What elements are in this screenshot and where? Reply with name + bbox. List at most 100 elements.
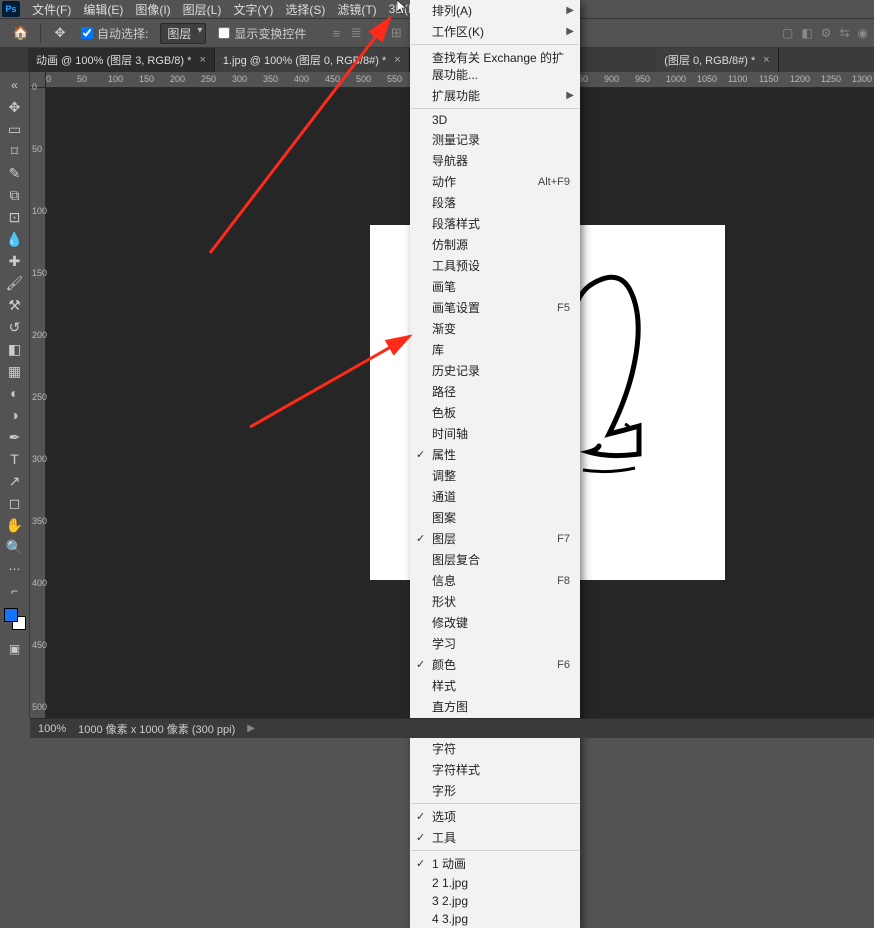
- menu-type[interactable]: 文字(Y): [227, 1, 279, 18]
- menu-item[interactable]: 画笔: [410, 276, 580, 297]
- menu-item[interactable]: 工具预设: [410, 255, 580, 276]
- mode-icon[interactable]: ◉: [858, 26, 868, 40]
- menu-item[interactable]: 排列(A)▶: [410, 0, 580, 21]
- menu-item[interactable]: 图层复合: [410, 549, 580, 570]
- mode-icon[interactable]: ⚙: [821, 26, 832, 40]
- align-icon[interactable]: ≡: [366, 26, 386, 41]
- menu-item[interactable]: 时间轴: [410, 423, 580, 444]
- menu-item[interactable]: 颜色✓F6: [410, 654, 580, 675]
- menu-item[interactable]: 字符: [410, 738, 580, 759]
- menu-item[interactable]: 扩展功能▶: [410, 85, 580, 106]
- chevron-right-icon[interactable]: ▶: [247, 723, 255, 734]
- menu-item[interactable]: 库: [410, 339, 580, 360]
- brush-tool-icon[interactable]: 🖌: [3, 272, 27, 294]
- menu-item[interactable]: 2 1.jpg: [410, 874, 580, 892]
- eraser-tool-icon[interactable]: ◧: [3, 338, 27, 360]
- menu-item[interactable]: 属性✓: [410, 444, 580, 465]
- menu-item[interactable]: 形状: [410, 591, 580, 612]
- auto-select-input[interactable]: [81, 27, 93, 39]
- hand-tool-icon[interactable]: ✋: [3, 514, 27, 536]
- gradient-tool-icon[interactable]: ▦: [3, 360, 27, 382]
- menu-item[interactable]: 图案: [410, 507, 580, 528]
- zoom-level[interactable]: 100%: [38, 723, 66, 735]
- document-tab[interactable]: (图层 0, RGB/8#) * ×: [656, 48, 779, 72]
- menu-item[interactable]: 导航器: [410, 150, 580, 171]
- align-icon[interactable]: ≡: [326, 26, 346, 41]
- menu-item[interactable]: 直方图: [410, 696, 580, 717]
- history-brush-icon[interactable]: ↺: [3, 316, 27, 338]
- menu-item[interactable]: 学习: [410, 633, 580, 654]
- mode-icon[interactable]: ▢: [782, 26, 793, 40]
- dodge-tool-icon[interactable]: ◑: [3, 404, 27, 426]
- show-transform-checkbox[interactable]: 显示变换控件: [218, 25, 306, 42]
- edit-toolbar-icon[interactable]: ⌐: [3, 580, 27, 602]
- ruler-vertical[interactable]: 0501001502002503003504004505005506006507…: [30, 88, 46, 718]
- blur-tool-icon[interactable]: ◐: [3, 382, 27, 404]
- move-tool-icon[interactable]: ✥: [3, 96, 27, 118]
- menu-item[interactable]: 查找有关 Exchange 的扩展功能...: [410, 47, 580, 85]
- home-icon[interactable]: 🏠: [12, 24, 30, 42]
- marquee-tool-icon[interactable]: ▭: [3, 118, 27, 140]
- pen-tool-icon[interactable]: ✒: [3, 426, 27, 448]
- menu-item[interactable]: 字形: [410, 780, 580, 801]
- align-icon[interactable]: ⊞: [386, 25, 406, 41]
- menu-item[interactable]: 画笔设置F5: [410, 297, 580, 318]
- collapse-icon[interactable]: «: [3, 74, 27, 96]
- menu-filter[interactable]: 滤镜(T): [331, 1, 382, 18]
- menu-item[interactable]: 测量记录: [410, 129, 580, 150]
- menu-file[interactable]: 文件(F): [26, 1, 77, 18]
- frame-tool-icon[interactable]: ⊡: [3, 206, 27, 228]
- menu-item[interactable]: 渐变: [410, 318, 580, 339]
- menu-item[interactable]: 1 动画✓: [410, 853, 580, 874]
- move-tool-icon[interactable]: ✥: [51, 24, 69, 42]
- menu-item[interactable]: 图层✓F7: [410, 528, 580, 549]
- menu-select[interactable]: 选择(S): [279, 1, 331, 18]
- menu-item[interactable]: 样式: [410, 675, 580, 696]
- menu-item[interactable]: 3 2.jpg: [410, 892, 580, 910]
- menu-item[interactable]: 路径: [410, 381, 580, 402]
- auto-select-checkbox[interactable]: 自动选择:: [81, 25, 148, 42]
- menu-item[interactable]: 仿制源: [410, 234, 580, 255]
- close-icon[interactable]: ×: [199, 54, 205, 66]
- close-icon[interactable]: ×: [394, 54, 400, 66]
- healing-tool-icon[interactable]: ✚: [3, 250, 27, 272]
- type-tool-icon[interactable]: T: [3, 448, 27, 470]
- menu-item[interactable]: 历史记录: [410, 360, 580, 381]
- stamp-tool-icon[interactable]: ⚒: [3, 294, 27, 316]
- menu-item[interactable]: 工作区(K)▶: [410, 21, 580, 42]
- zoom-tool-icon[interactable]: 🔍: [3, 536, 27, 558]
- menu-item[interactable]: 段落: [410, 192, 580, 213]
- close-icon[interactable]: ×: [763, 54, 769, 66]
- menu-item[interactable]: 调整: [410, 465, 580, 486]
- menu-item[interactable]: 3D: [410, 111, 580, 129]
- menu-edit[interactable]: 编辑(E): [77, 1, 129, 18]
- lasso-tool-icon[interactable]: ⌑: [3, 140, 27, 162]
- align-icon[interactable]: ≣: [346, 25, 366, 41]
- menu-item[interactable]: 选项✓: [410, 806, 580, 827]
- mode-icon[interactable]: ⇆: [839, 26, 849, 40]
- show-transform-input[interactable]: [218, 27, 230, 39]
- menu-item[interactable]: 色板: [410, 402, 580, 423]
- menu-item[interactable]: 信息F8: [410, 570, 580, 591]
- menu-item[interactable]: 4 3.jpg: [410, 910, 580, 928]
- layer-select[interactable]: 图层: [160, 23, 206, 44]
- document-tab[interactable]: 1.jpg @ 100% (图层 0, RGB/8#) * ×: [215, 48, 410, 72]
- more-tools-icon[interactable]: ⋯: [3, 558, 27, 580]
- menu-item[interactable]: 字符样式: [410, 759, 580, 780]
- menu-item[interactable]: 段落样式: [410, 213, 580, 234]
- mode-icon[interactable]: ◧: [801, 26, 812, 40]
- menu-layer[interactable]: 图层(L): [177, 1, 228, 18]
- menu-item[interactable]: 通道: [410, 486, 580, 507]
- quick-select-tool-icon[interactable]: ✎: [3, 162, 27, 184]
- menu-image[interactable]: 图像(I): [129, 1, 176, 18]
- fg-color-swatch[interactable]: [4, 608, 18, 622]
- screen-mode-icon[interactable]: ▣: [3, 638, 27, 660]
- document-tab[interactable]: 动画 @ 100% (图层 3, RGB/8) * ×: [28, 48, 215, 72]
- shape-tool-icon[interactable]: ◻: [3, 492, 27, 514]
- color-swatches[interactable]: [4, 608, 26, 630]
- path-tool-icon[interactable]: ↗: [3, 470, 27, 492]
- menu-item[interactable]: 工具✓: [410, 827, 580, 848]
- eyedropper-tool-icon[interactable]: 💧: [3, 228, 27, 250]
- menu-item[interactable]: 修改键: [410, 612, 580, 633]
- crop-tool-icon[interactable]: ⧉: [3, 184, 27, 206]
